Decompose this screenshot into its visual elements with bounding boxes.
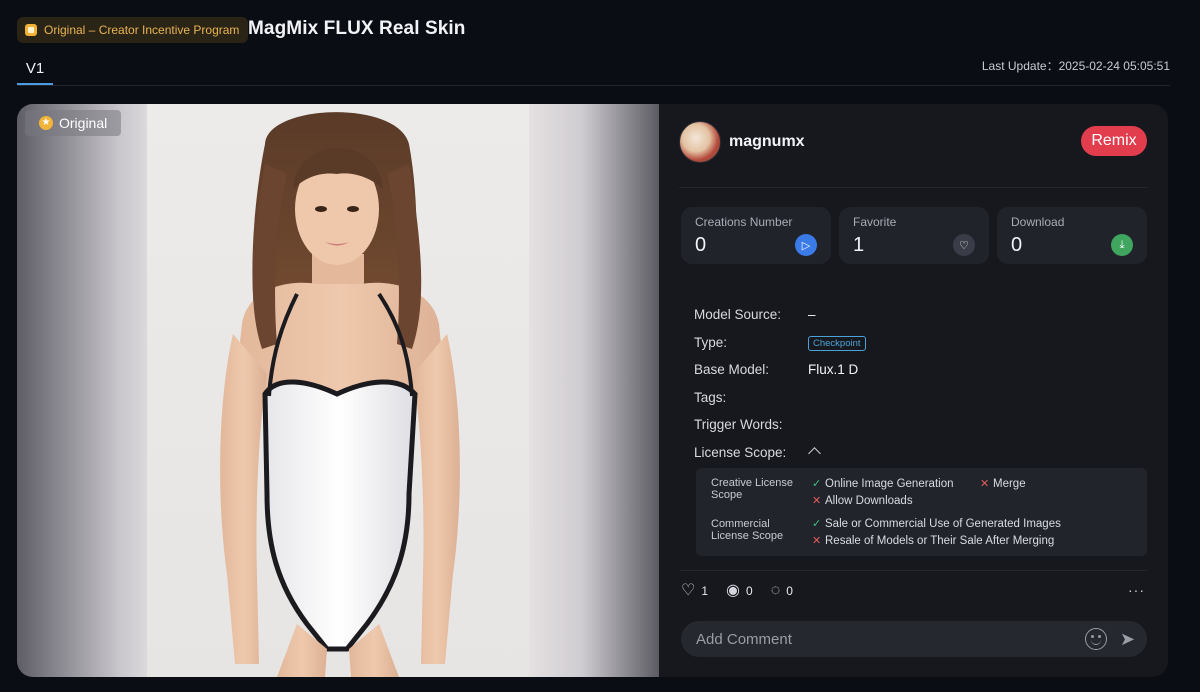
license-sale-commercial: ✓ Sale or Commercial Use of Generated Im… (812, 517, 1061, 531)
detail-value: – (808, 307, 816, 322)
detail-type: Type: Checkpoint (694, 335, 1147, 363)
header-divider (17, 85, 1170, 86)
detail-label: Type: (694, 334, 728, 350)
emoji-icon[interactable] (1085, 628, 1107, 650)
remix-button[interactable]: Remix (1081, 126, 1147, 156)
star-icon: ★ (39, 116, 53, 130)
detail-value: Flux.1 D (808, 362, 859, 377)
play-icon[interactable]: ▷ (795, 234, 817, 256)
divider (679, 570, 1147, 571)
creator-incentive-badge[interactable]: Original – Creator Incentive Program (17, 17, 249, 43)
more-options-icon[interactable]: ··· (1128, 582, 1145, 598)
comment-input[interactable] (696, 630, 1056, 648)
license-online-generation: ✓ Online Image Generation (812, 477, 954, 491)
page-title: MagMix FLUX Real Skin (248, 18, 466, 39)
portrait-figure (220, 112, 460, 677)
stat-label: Download (1011, 215, 1065, 229)
author-info[interactable]: magnumx (679, 121, 805, 163)
detail-base-model: Base Model: Flux.1 D (694, 362, 1147, 390)
author-name[interactable]: magnumx (729, 133, 805, 151)
check-icon: ✓ (812, 478, 822, 490)
type-chip[interactable]: Checkpoint (808, 335, 866, 351)
detail-label: Tags: (694, 389, 727, 405)
stat-value: 0 (1011, 234, 1023, 256)
view-action: ◉ 0 (726, 583, 753, 599)
stat-value: 0 (695, 234, 707, 256)
detail-label: Trigger Words: (694, 417, 783, 432)
hexagon-icon (25, 24, 37, 36)
stat-label: Creations Number (695, 215, 793, 229)
detail-model-source: Model Source: – (694, 307, 1147, 335)
license-allow-downloads: ✕ Allow Downloads (812, 494, 913, 508)
license-resale-models: ✕ Resale of Models or Their Sale After M… (812, 534, 1055, 548)
heart-icon[interactable]: ♡ (681, 583, 695, 599)
avatar[interactable] (679, 121, 721, 163)
stat-label: Favorite (853, 215, 897, 229)
page-header: Original – Creator Incentive Program Mag… (17, 14, 1170, 86)
send-icon[interactable]: ➤ (1120, 629, 1135, 649)
comment-icon[interactable]: ◌ (771, 583, 781, 599)
photo-backdrop (147, 104, 529, 677)
stat-favorite: Favorite 1 ♡ (839, 207, 989, 264)
like-action[interactable]: ♡ 1 (681, 583, 708, 599)
license-scope-box: Creative License Scope ✓ Online Image Ge… (696, 468, 1147, 556)
model-card: ★ Original magnumx Remix Creations Numbe… (17, 104, 1168, 677)
last-update: Last Update：2025-02-24 05:05:51 (981, 59, 1170, 73)
comment-count: 0 (786, 584, 793, 598)
comment-action[interactable]: ◌ 0 (771, 583, 793, 599)
stat-download: Download 0 ⤓ (997, 207, 1147, 264)
detail-label: Base Model: (694, 362, 770, 377)
eye-icon: ◉ (726, 582, 740, 599)
commercial-license-label: Commercial License Scope (711, 518, 784, 542)
detail-tags: Tags: (694, 390, 1147, 418)
detail-trigger-words: Trigger Words: (694, 417, 1147, 445)
cross-icon: ✕ (812, 535, 822, 547)
engagement-bar: ♡ 1 ◉ 0 ◌ 0 (681, 583, 811, 599)
creative-license-label: Creative License Scope (711, 477, 793, 501)
comment-box[interactable]: ➤ (681, 621, 1147, 657)
cross-icon: ✕ (812, 495, 822, 507)
badge-label: Original – Creator Incentive Program (44, 23, 240, 37)
heart-icon[interactable]: ♡ (953, 234, 975, 256)
detail-label: License Scope: (694, 444, 787, 460)
stat-value: 1 (853, 234, 865, 256)
like-count: 1 (701, 584, 709, 598)
cross-icon: ✕ (980, 478, 990, 490)
model-info-panel: magnumx Remix Creations Number 0 ▷ Favor… (659, 104, 1168, 677)
license-merge: ✕ Merge (980, 477, 1026, 491)
view-count: 0 (746, 584, 753, 598)
stat-creations: Creations Number 0 ▷ (681, 207, 831, 264)
check-icon: ✓ (812, 518, 822, 530)
detail-label: Model Source: (694, 307, 782, 322)
model-preview-image[interactable]: ★ Original (17, 104, 659, 677)
original-chip: ★ Original (25, 110, 121, 136)
divider (679, 187, 1147, 188)
tab-v1[interactable]: V1 (17, 60, 53, 77)
download-icon[interactable]: ⤓ (1111, 234, 1133, 256)
original-chip-label: Original (59, 115, 108, 131)
model-details: Model Source: – Type: Checkpoint Base Mo… (694, 307, 1147, 472)
chevron-up-icon[interactable] (808, 446, 821, 460)
